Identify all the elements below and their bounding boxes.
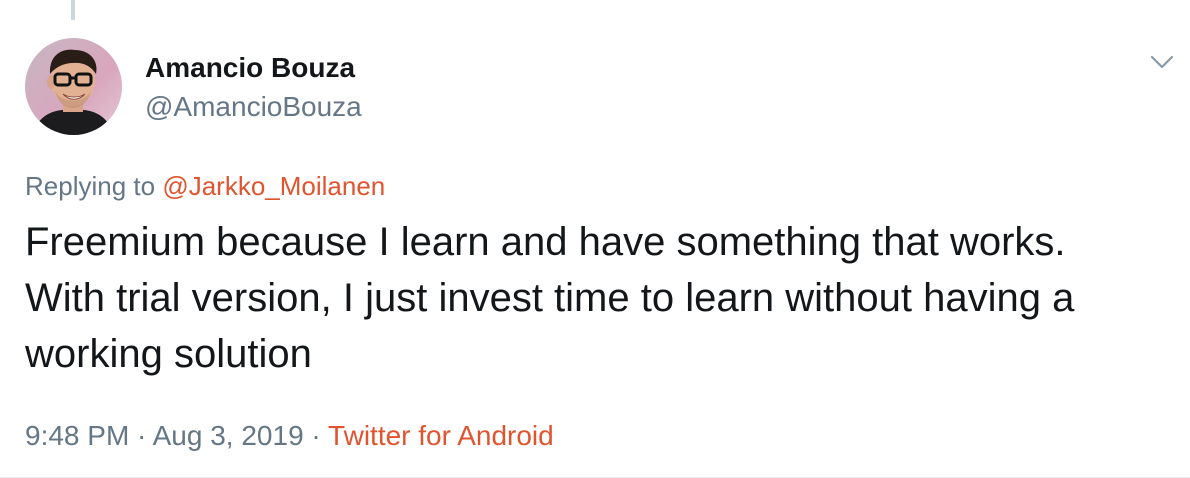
thread-connector-line <box>71 0 75 20</box>
tweet-time[interactable]: 9:48 PM <box>25 420 129 451</box>
tweet-text: Freemium because I learn and have someth… <box>25 220 1075 376</box>
author-handle[interactable]: @AmancioBouza <box>145 91 362 123</box>
tweet-metadata: 9:48 PM · Aug 3, 2019 · Twitter for Andr… <box>25 420 554 452</box>
avatar-image <box>25 38 122 135</box>
meta-separator: · <box>303 420 329 451</box>
author-name[interactable]: Amancio Bouza <box>145 52 355 84</box>
meta-separator: · <box>129 420 153 451</box>
tweet-date[interactable]: Aug 3, 2019 <box>153 420 304 451</box>
replying-to: Replying to @Jarkko_Moilanen <box>25 171 385 202</box>
replying-to-label: Replying to <box>25 171 163 201</box>
tweet-source-link[interactable]: Twitter for Android <box>328 420 554 451</box>
avatar[interactable] <box>25 38 122 135</box>
chevron-down-icon[interactable] <box>1148 48 1176 76</box>
replying-to-handle-link[interactable]: @Jarkko_Moilanen <box>162 171 385 201</box>
